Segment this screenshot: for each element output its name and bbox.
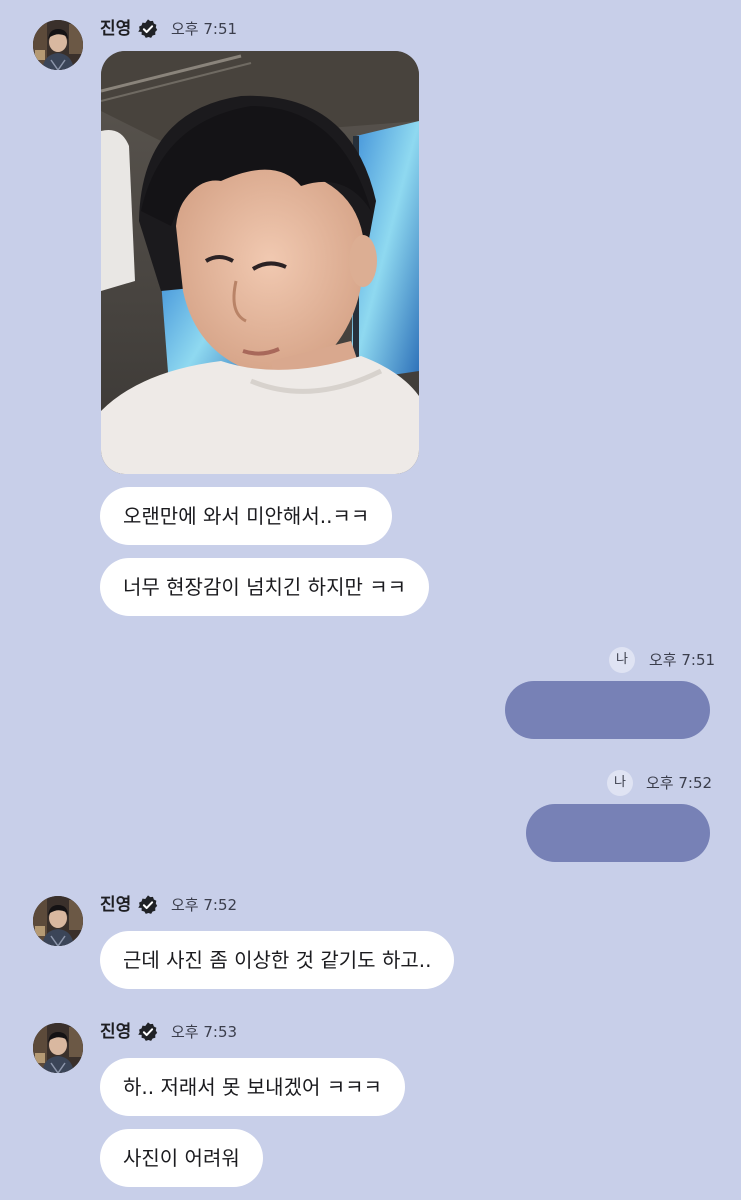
me-badge: 나	[609, 647, 635, 673]
message-time: 오후 7:51	[171, 20, 238, 38]
message-bubble[interactable]: 오랜만에 와서 미안해서..ㅋㅋ	[100, 487, 393, 545]
verified-badge-icon	[138, 1022, 158, 1041]
message-bubble[interactable]: 근데 사진 좀 이상한 것 같기도 하고..	[100, 931, 455, 989]
message-bubble[interactable]: 사진이 어려워	[100, 1129, 263, 1187]
avatar[interactable]	[33, 896, 83, 946]
selfie-photo	[101, 51, 419, 474]
avatar-image	[33, 896, 83, 946]
me-badge: 나	[607, 770, 633, 796]
avatar-image	[33, 20, 83, 70]
avatar[interactable]	[33, 1023, 83, 1073]
sender-name[interactable]: 진영	[100, 19, 131, 39]
message-time: 오후 7:52	[171, 896, 238, 914]
verified-badge-icon	[138, 19, 158, 38]
sender-name[interactable]: 진영	[100, 1022, 131, 1042]
photo-attachment[interactable]	[101, 51, 419, 474]
sender-name[interactable]: 진영	[100, 895, 131, 915]
my-message-bubble[interactable]	[526, 804, 710, 862]
my-message-bubble[interactable]	[505, 681, 710, 739]
avatar[interactable]	[33, 20, 83, 70]
message-time: 오후 7:51	[649, 651, 716, 669]
message-bubble[interactable]: 하.. 저래서 못 보내겠어 ㅋㅋㅋ	[100, 1058, 405, 1116]
message-bubble[interactable]: 너무 현장감이 넘치긴 하지만 ㅋㅋ	[100, 558, 430, 616]
avatar-image	[33, 1023, 83, 1073]
message-time: 오후 7:53	[171, 1023, 238, 1041]
message-time: 오후 7:52	[646, 774, 713, 792]
verified-badge-icon	[138, 895, 158, 914]
